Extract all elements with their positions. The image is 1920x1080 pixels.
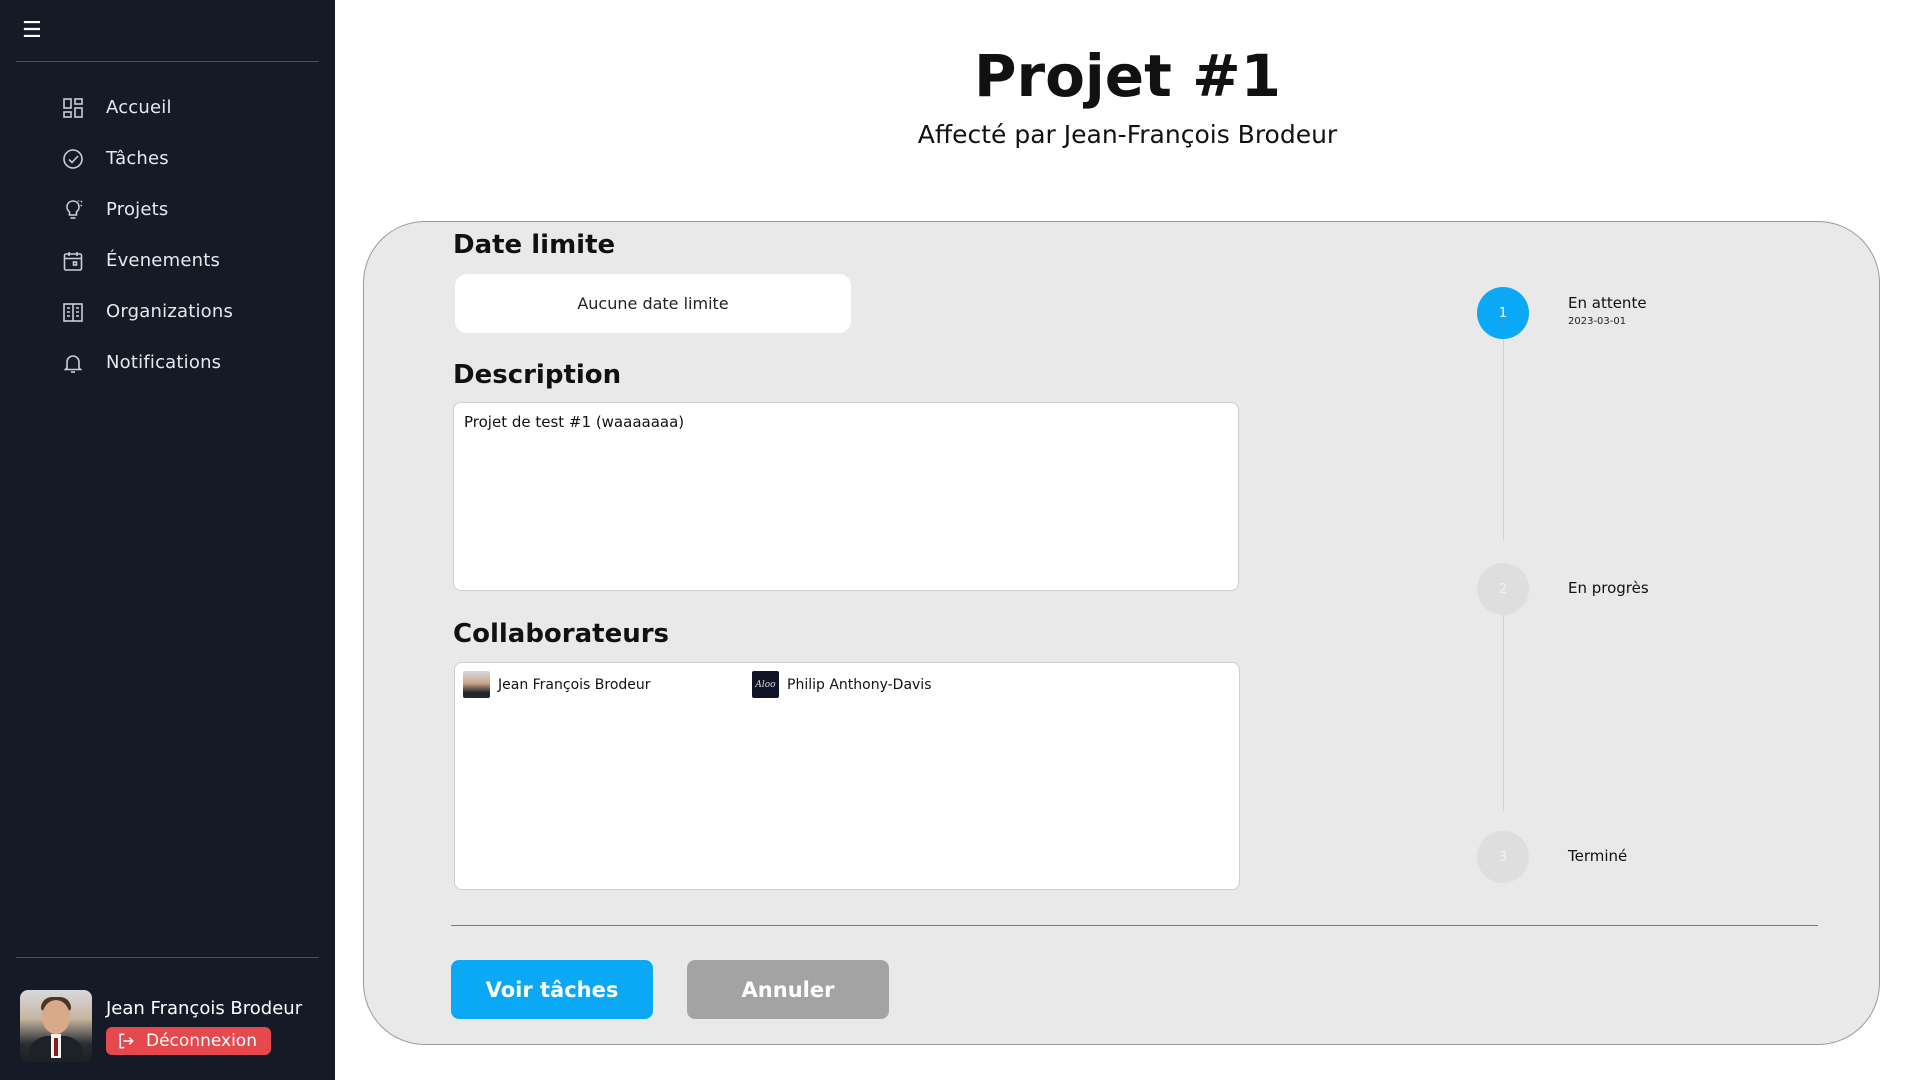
sidebar-nav: Accueil Tâches Projets Évenements Organi… (58, 82, 233, 388)
sidebar-item-accueil[interactable]: Accueil (58, 82, 233, 133)
avatar[interactable] (20, 990, 92, 1062)
step-3-title: Terminé (1568, 847, 1628, 865)
stepper-connector (1503, 593, 1504, 811)
user-profile: Jean François Brodeur Déconnexion (20, 990, 302, 1062)
sidebar-item-label: Organizations (106, 301, 234, 322)
description-field[interactable]: Projet de test #1 (waaaaaaa) (453, 402, 1239, 591)
step-3-indicator: 3 (1477, 831, 1529, 883)
logout-label: Déconnexion (146, 1031, 257, 1051)
check-circle-icon (58, 144, 88, 174)
step-2-indicator: 2 (1477, 563, 1529, 615)
user-name: Jean François Brodeur (106, 998, 303, 1019)
bell-icon (58, 348, 88, 378)
lightbulb-icon (58, 195, 88, 225)
menu-toggle-icon[interactable]: ☰ (22, 18, 42, 43)
user-info: Jean François Brodeur Déconnexion (106, 990, 302, 1055)
collaborator-name: Jean François Brodeur (498, 676, 651, 693)
stepper-connector (1503, 339, 1504, 541)
dashboard-icon (58, 93, 88, 123)
step-1-date: 2023-03-01 (1568, 316, 1627, 327)
sidebar-divider-bottom (16, 957, 319, 958)
deadline-label: Date limite (453, 230, 616, 260)
page-title: Projet #1 (973, 42, 1282, 110)
sidebar-item-organizations[interactable]: Organizations (58, 286, 233, 337)
collaborator-name: Philip Anthony-Davis (787, 676, 932, 693)
sidebar: ☰ Accueil Tâches Projets Évenements Orga… (0, 0, 335, 1080)
sidebar-item-label: Évenements (106, 250, 221, 271)
step-1-indicator: 1 (1477, 287, 1529, 339)
avatar (463, 671, 490, 698)
calendar-icon (58, 246, 88, 276)
view-tasks-button[interactable]: Voir tâches (451, 960, 653, 1019)
description-label: Description (453, 360, 622, 390)
project-card: Date limite Aucune date limite Descripti… (363, 221, 1880, 1045)
avatar: Aloo (752, 671, 779, 698)
sidebar-item-label: Tâches (106, 148, 169, 169)
logout-button[interactable]: Déconnexion (106, 1027, 271, 1055)
page-subtitle: Affecté par Jean-François Brodeur (917, 120, 1338, 149)
logout-icon (119, 1033, 134, 1049)
collaborator-item[interactable]: Aloo Philip Anthony-Davis (752, 671, 932, 698)
sidebar-divider-top (16, 61, 319, 62)
collaborators-box: Jean François Brodeur Aloo Philip Anthon… (454, 662, 1240, 890)
building-icon (58, 297, 88, 327)
step-2-title: En progrès (1568, 579, 1649, 597)
sidebar-item-label: Projets (106, 199, 169, 220)
sidebar-item-projets[interactable]: Projets (58, 184, 233, 235)
sidebar-item-notifications[interactable]: Notifications (58, 337, 233, 388)
sidebar-item-evenements[interactable]: Évenements (58, 235, 233, 286)
sidebar-item-label: Notifications (106, 352, 222, 373)
deadline-field[interactable]: Aucune date limite (455, 274, 851, 333)
cancel-button[interactable]: Annuler (687, 960, 889, 1019)
collaborator-item[interactable]: Jean François Brodeur (463, 671, 651, 698)
sidebar-item-label: Accueil (106, 97, 172, 118)
sidebar-item-taches[interactable]: Tâches (58, 133, 233, 184)
card-divider (451, 925, 1818, 926)
step-1-title: En attente (1568, 294, 1647, 312)
collaborators-label: Collaborateurs (453, 619, 670, 649)
